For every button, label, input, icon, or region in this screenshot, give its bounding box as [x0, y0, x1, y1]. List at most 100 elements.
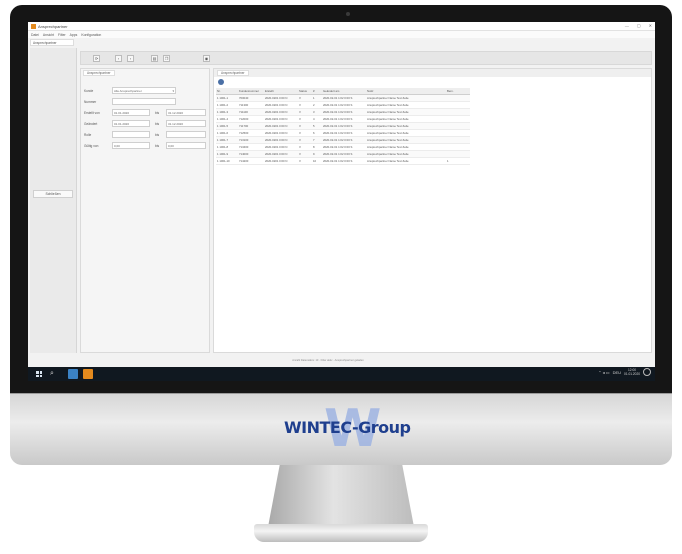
table-cell: 2020-0201 0:00 N — [265, 159, 288, 163]
table-cell: Ansprechpartner Name Text Zeile — [367, 138, 409, 142]
customer-select[interactable]: Alle Ansprechpartner ▾ — [112, 87, 176, 94]
toolbar: ⟳ ‹ › ▤ ❐ ◉ — [80, 51, 652, 65]
table-row[interactable]: 1 1001-3 711100 2020-0201 0:00 N V 3 2020-02-… — [216, 109, 470, 116]
form-row-customer: Kunde Alle Ansprechpartner ▾ — [84, 87, 208, 95]
table-cell: 7 — [313, 138, 315, 142]
table-row[interactable]: 1 1001-4 712000 2020-0201 0:00 N V 4 2020-02-… — [216, 116, 470, 123]
table-row[interactable]: 1 1001-9 714000 2020-0201 0:00 N V 9 2020-02-… — [216, 151, 470, 158]
column-header[interactable]: Notiz — [366, 88, 446, 95]
clock[interactable]: 12:00 01.01.2020 — [624, 368, 640, 376]
column-header[interactable]: Erstellt — [264, 88, 298, 95]
table-cell: 2020-02-01 1:02 0:00 S — [323, 159, 353, 163]
created-from-input[interactable]: 01.01.2020 — [112, 109, 150, 116]
minimize-button[interactable]: — — [625, 23, 629, 28]
table-cell: 10 — [313, 159, 317, 163]
column-header[interactable]: Geändert am — [322, 88, 366, 95]
webcam — [346, 12, 350, 16]
wintec-logo: W WINTEC-Group — [274, 403, 411, 455]
table-row[interactable]: 1 1001-2 711300 2020-0201 0:00 N V 2 2020-02-… — [216, 102, 470, 109]
table-cell: 2020-02-01 1:02 0:00 S — [323, 131, 353, 135]
document-tab[interactable]: Ansprechpartner — [30, 39, 74, 46]
valid-to-input[interactable]: 0,00 — [166, 142, 206, 149]
form-row-role: Rolle bis — [84, 131, 208, 139]
app-window: Ansprechpartner — ▢ ✕ Datei Ansicht Filt… — [28, 22, 655, 367]
refresh-icon[interactable]: ⟳ — [93, 55, 100, 62]
table-cell: V — [299, 131, 301, 135]
language-indicator[interactable]: DEU — [613, 370, 621, 375]
table-row[interactable]: 1 1001-10 714200 2020-0201 0:00 N V 10 2020-0… — [216, 158, 470, 165]
menu-file[interactable]: Datei — [31, 33, 39, 37]
column-header[interactable]: Bem. — [446, 88, 470, 95]
table-cell — [446, 102, 470, 109]
taskbar: ⌕ ⌃ ◂ ▭ DEU 12:00 01.01.2020 — [28, 367, 655, 381]
windows-start-icon[interactable] — [36, 371, 42, 377]
table-cell: Ansprechpartner Name Text Zeile — [367, 145, 409, 149]
table-cell: 1 1001-5 — [217, 124, 229, 128]
close-button[interactable]: ✕ — [649, 23, 652, 28]
table-row[interactable]: 1 1001-1 700040 2020-0201 0:00 N V 1 2020-02-… — [216, 95, 470, 102]
table-cell — [446, 123, 470, 130]
table-cell: 2020-02-01 1:02 0:00 S — [323, 138, 353, 142]
field-label: Kunde — [84, 89, 94, 93]
table-row[interactable]: 1 1001-7 713100 2020-0201 0:00 N V 7 2020-02-… — [216, 137, 470, 144]
menu-apps[interactable]: Apps — [70, 33, 78, 37]
grid-tab[interactable]: Ansprechpartner — [217, 70, 249, 76]
menu-filter[interactable]: Filter — [58, 33, 66, 37]
column-header[interactable]: Kundennummer — [238, 88, 264, 95]
table-cell: 1 1001-3 — [217, 110, 229, 114]
table-row[interactable]: 1 1001-5 711700 2020-0201 0:00 N V 5 2020-02-… — [216, 123, 470, 130]
form-row-valid: Gültig von 0,00 bis 0,00 — [84, 142, 208, 150]
role-from-input[interactable] — [112, 131, 150, 138]
close-view-button[interactable]: Schließen — [33, 190, 73, 198]
table-cell: 5 — [313, 124, 315, 128]
lock-icon[interactable] — [218, 79, 224, 85]
print-icon[interactable]: ▤ — [151, 55, 158, 62]
created-to-input[interactable]: 31.12.2020 — [166, 109, 206, 116]
form-tab[interactable]: Ansprechpartner — [83, 70, 115, 76]
field-label: bis — [155, 122, 160, 126]
table-cell: 3 — [313, 110, 315, 114]
column-header[interactable]: # — [312, 88, 322, 95]
maximize-button[interactable]: ▢ — [637, 23, 641, 28]
changed-to-input[interactable]: 31.12.2020 — [166, 120, 206, 127]
number-input[interactable] — [112, 98, 176, 105]
table-cell: 711700 — [239, 124, 249, 128]
table-cell — [446, 144, 470, 151]
notification-icon[interactable] — [643, 368, 651, 376]
wintec-app-icon[interactable] — [83, 369, 93, 379]
table-cell: 2020-0201 0:00 N — [265, 96, 288, 100]
table-cell: V — [299, 110, 301, 114]
back-icon[interactable]: ‹ — [115, 55, 122, 62]
table-cell: V — [299, 152, 301, 156]
column-header[interactable]: Status — [298, 88, 312, 95]
table-cell: 1 — [447, 159, 449, 163]
table-row[interactable]: 1 1001-6 712500 2020-0201 0:00 N V 6 2020-02-… — [216, 130, 470, 137]
forward-icon[interactable]: › — [127, 55, 134, 62]
menu-config[interactable]: Konfiguration — [81, 33, 101, 37]
changed-from-input[interactable]: 01.01.2020 — [112, 120, 150, 127]
logo-text: WINTEC-Group — [284, 418, 411, 437]
status-line: Anzahl Datensätze: 10 · Filter aktiv · A… — [292, 359, 364, 362]
table-cell: 2020-0201 0:00 N — [265, 103, 288, 107]
menu-view[interactable]: Ansicht — [43, 33, 54, 37]
table-cell — [446, 137, 470, 144]
table-cell: V — [299, 103, 301, 107]
table-cell — [446, 151, 470, 158]
view-icon[interactable]: ◉ — [203, 55, 210, 62]
table-cell: 4 — [313, 117, 315, 121]
field-label: bis — [155, 111, 160, 115]
table-cell: 6 — [313, 131, 315, 135]
explorer-app-icon[interactable] — [68, 369, 78, 379]
grid-body: 1 1001-1 700040 2020-0201 0:00 N V 1 2020-02-… — [216, 95, 470, 165]
table-cell — [446, 109, 470, 116]
role-to-input[interactable] — [166, 131, 206, 138]
grid-tab-bar: Ansprechpartner — [214, 69, 651, 77]
column-header[interactable]: Nr. — [216, 88, 238, 95]
search-icon[interactable]: ⌕ — [50, 370, 54, 378]
table-cell: 714200 — [239, 159, 249, 163]
tray-icons[interactable]: ⌃ ◂ ▭ — [598, 370, 609, 375]
valid-from-input[interactable]: 0,00 — [112, 142, 150, 149]
table-cell: 2020-0201 0:00 N — [265, 145, 288, 149]
table-row[interactable]: 1 1001-8 713400 2020-0201 0:00 N V 8 2020-02-… — [216, 144, 470, 151]
copy-icon[interactable]: ❐ — [163, 55, 170, 62]
